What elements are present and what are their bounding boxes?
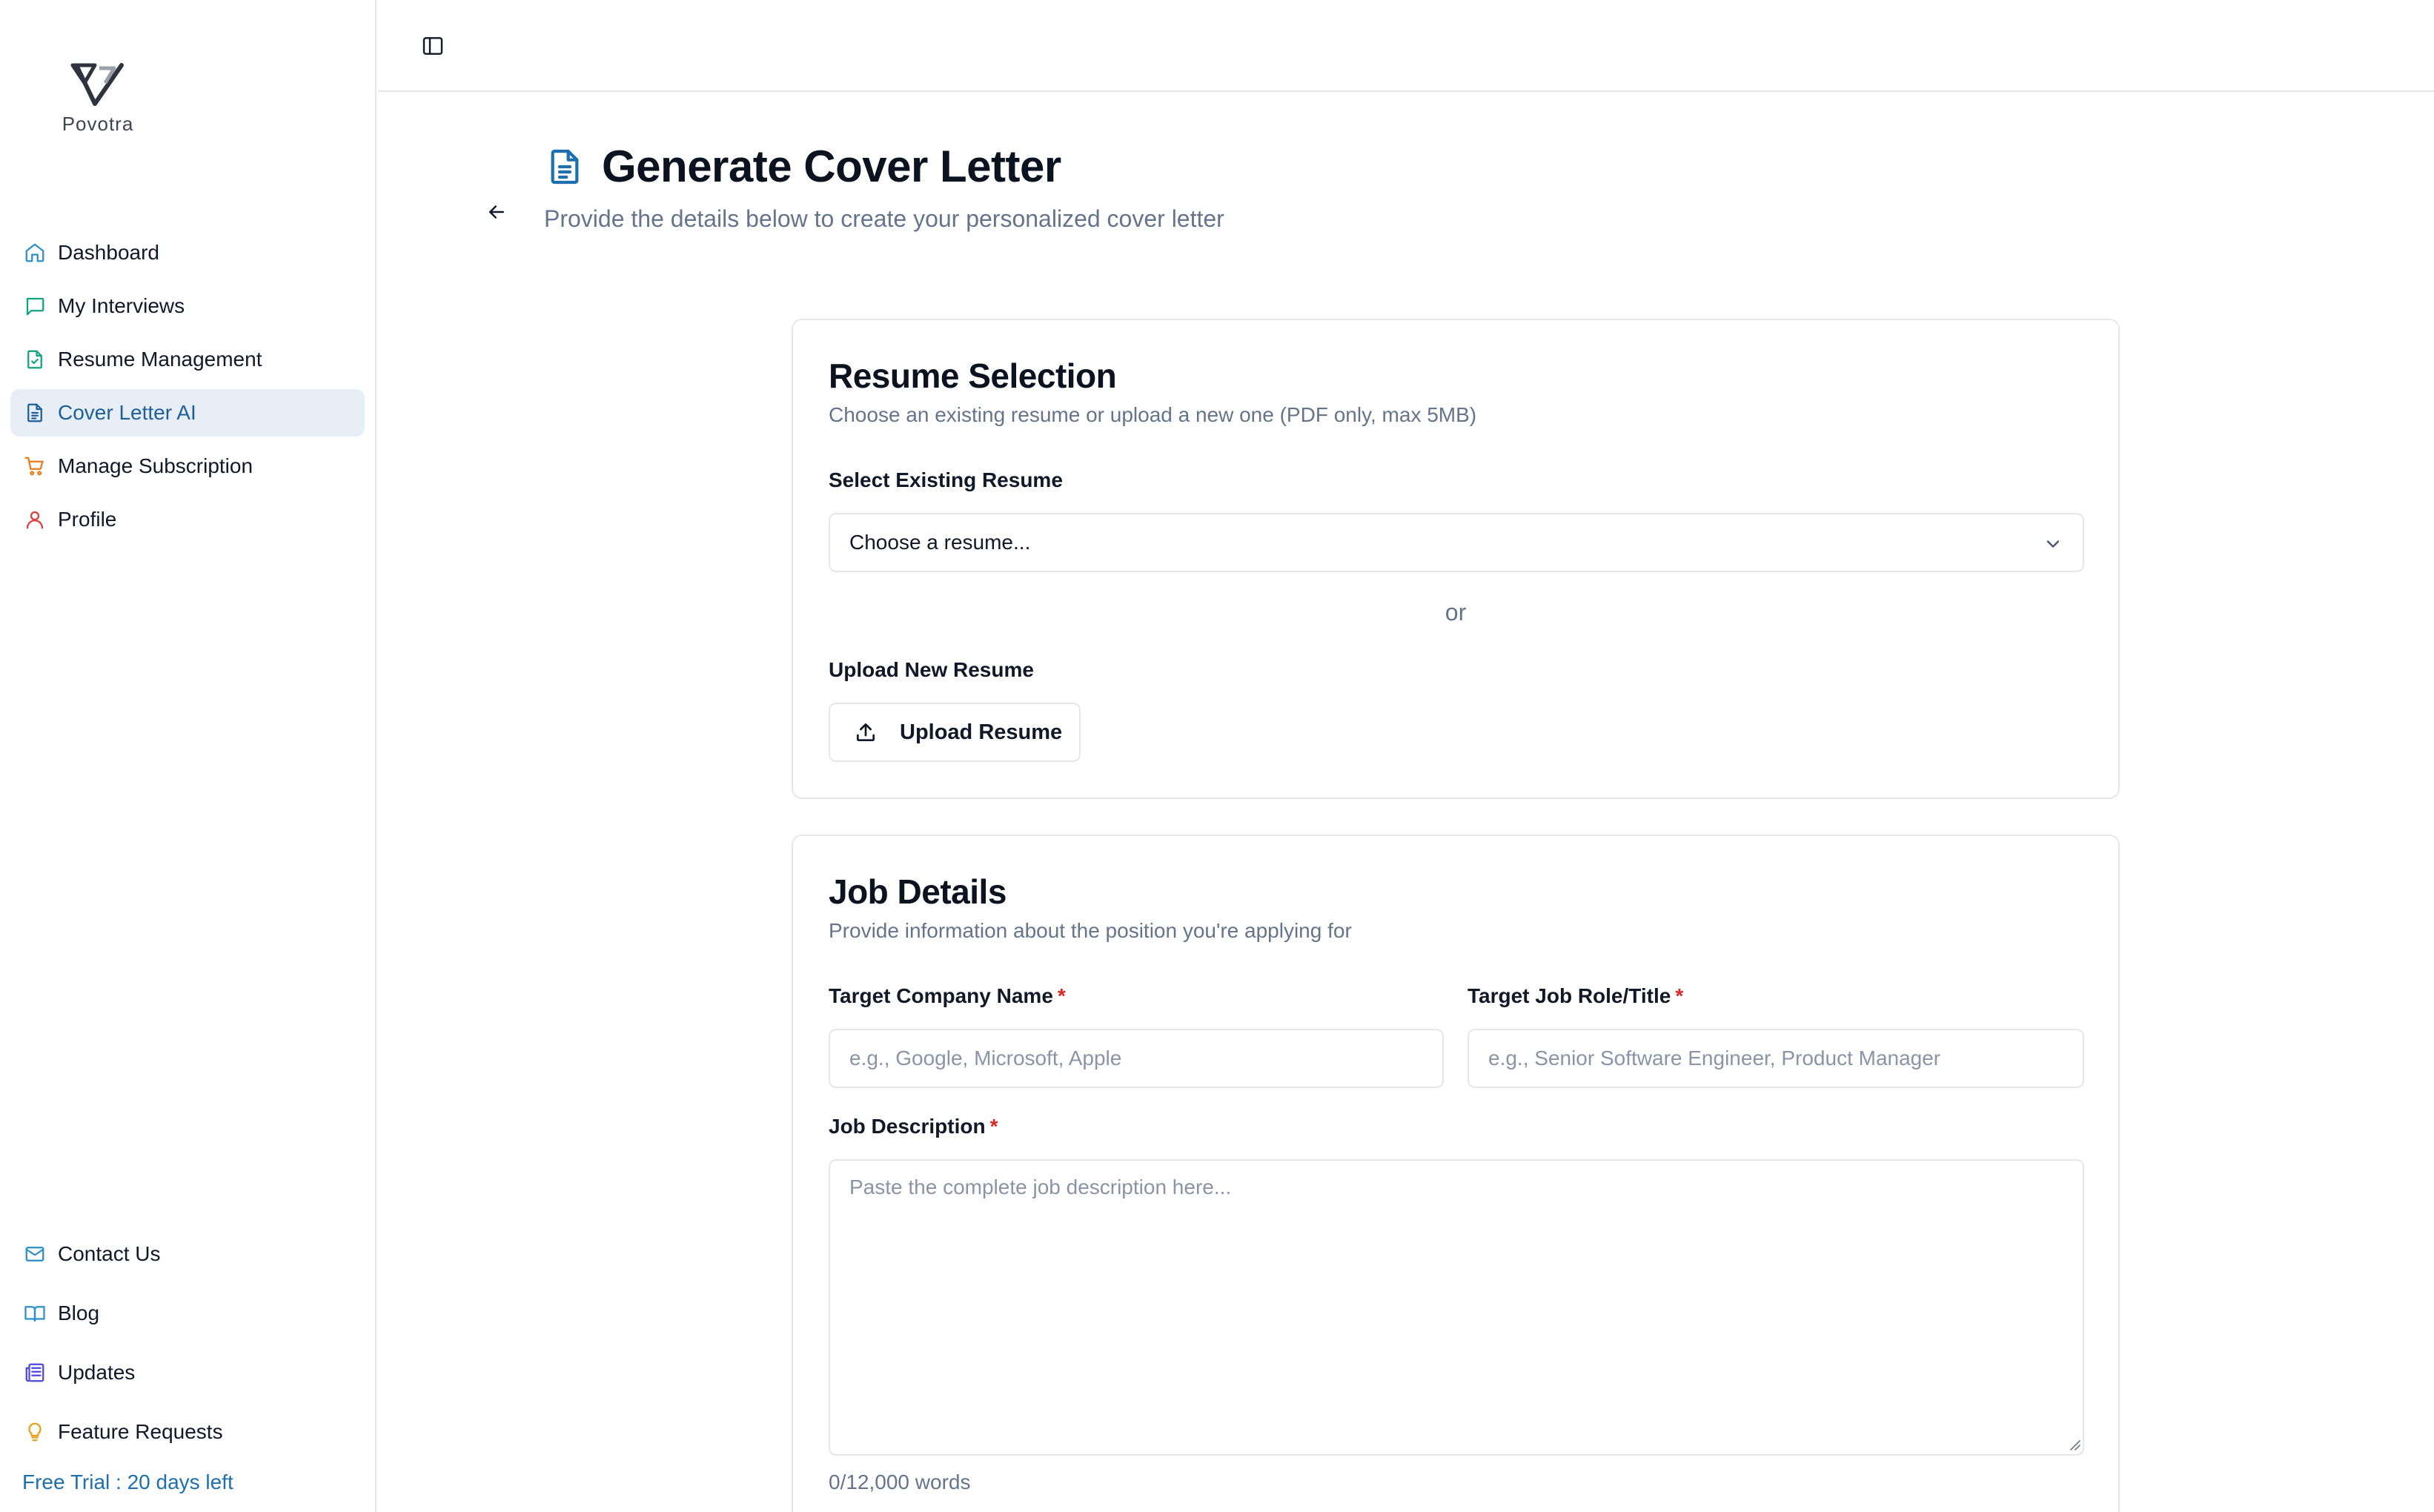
file-check-icon [22, 347, 47, 372]
resize-handle-icon[interactable] [2066, 1436, 2081, 1451]
job-description-label-text: Job Description [829, 1115, 986, 1138]
sidebar-item-dashboard[interactable]: Dashboard [10, 229, 365, 276]
page-subtitle: Provide the details below to create your… [544, 205, 1224, 232]
sidebar: Povotra Dashboard My Interviews Resume M… [0, 0, 377, 1512]
company-name-label-text: Target Company Name [829, 984, 1053, 1007]
brand-name: Povotra [62, 113, 134, 135]
back-button[interactable] [482, 197, 511, 227]
sidebar-item-blog[interactable]: Blog [10, 1287, 365, 1340]
sidebar-item-label: Updates [58, 1361, 136, 1384]
mail-icon [22, 1241, 47, 1267]
file-text-icon [22, 400, 47, 425]
upload-icon [854, 720, 878, 744]
sidebar-secondary-nav: Contact Us Blog Updates Feature Requests [10, 1227, 365, 1465]
user-icon [22, 507, 47, 532]
sidebar-toggle-button[interactable] [418, 31, 448, 61]
required-mark: * [1057, 984, 1066, 1007]
arrow-left-icon [489, 205, 504, 219]
top-bar [378, 0, 2434, 92]
job-details-card: Job Details Provide information about th… [792, 835, 2120, 1512]
sidebar-item-cover-letter-ai[interactable]: Cover Letter AI [10, 389, 365, 437]
job-role-label-text: Target Job Role/Title [1468, 984, 1671, 1007]
sidebar-toggle-icon [422, 37, 443, 55]
sidebar-item-label: Contact Us [58, 1242, 161, 1265]
required-mark: * [989, 1115, 998, 1138]
job-role-input[interactable] [1468, 1029, 2084, 1088]
sidebar-item-label: Blog [58, 1302, 100, 1324]
word-count: 0/12,000 words [829, 1470, 971, 1493]
resume-select[interactable]: Choose a resume... [829, 513, 2084, 572]
home-icon [22, 240, 47, 265]
newspaper-icon [22, 1360, 47, 1385]
upload-resume-button-label: Upload Resume [900, 720, 1063, 744]
required-mark: * [1675, 984, 1684, 1007]
sidebar-item-label: Manage Subscription [58, 454, 253, 477]
trial-status[interactable]: Free Trial : 20 days left [22, 1470, 233, 1494]
company-name-label: Target Company Name * [829, 984, 1066, 1008]
job-description-textarea[interactable] [829, 1159, 2084, 1456]
sidebar-item-label: Cover Letter AI [58, 401, 196, 424]
file-text-icon [551, 149, 579, 184]
sidebar-item-manage-subscription[interactable]: Manage Subscription [10, 442, 365, 490]
sidebar-item-label: Feature Requests [58, 1420, 223, 1443]
lightbulb-icon [22, 1419, 47, 1445]
or-divider: or [1445, 599, 1467, 626]
sidebar-item-profile[interactable]: Profile [10, 496, 365, 543]
job-section-title: Job Details [829, 872, 1007, 911]
chat-icon [22, 294, 47, 319]
resume-section-description: Choose an existing resume or upload a ne… [829, 403, 1477, 426]
upload-resume-label: Upload New Resume [829, 658, 1034, 681]
select-resume-label: Select Existing Resume [829, 468, 1063, 491]
chevron-down-icon [2046, 540, 2060, 548]
job-section-description: Provide information about the position y… [829, 919, 1352, 942]
resume-section-title: Resume Selection [829, 357, 1117, 395]
sidebar-item-contact-us[interactable]: Contact Us [10, 1227, 365, 1281]
page-header: Generate Cover Letter Provide the detail… [544, 141, 1224, 233]
povotra-logo-icon [70, 63, 124, 106]
sidebar-item-label: My Interviews [58, 294, 185, 317]
resume-selection-card: Resume Selection Choose an existing resu… [792, 319, 2120, 799]
job-role-label: Target Job Role/Title * [1468, 984, 1683, 1008]
upload-resume-button[interactable]: Upload Resume [829, 703, 1081, 762]
sidebar-nav: Dashboard My Interviews Resume Managemen… [10, 229, 365, 549]
sidebar-item-updates[interactable]: Updates [10, 1346, 365, 1399]
resume-select-value: Choose a resume... [849, 531, 1031, 554]
sidebar-item-feature-requests[interactable]: Feature Requests [10, 1405, 365, 1459]
sidebar-item-label: Resume Management [58, 348, 262, 371]
sidebar-item-my-interviews[interactable]: My Interviews [10, 282, 365, 330]
sidebar-item-label: Profile [58, 508, 117, 531]
brand-logo[interactable]: Povotra [56, 61, 139, 136]
sidebar-item-label: Dashboard [58, 241, 159, 264]
sidebar-item-resume-management[interactable]: Resume Management [10, 336, 365, 383]
cart-icon [22, 454, 47, 479]
company-name-input[interactable] [829, 1029, 1444, 1088]
book-icon [22, 1301, 47, 1326]
job-description-label: Job Description * [829, 1115, 998, 1138]
page-title: Generate Cover Letter [602, 142, 1061, 191]
